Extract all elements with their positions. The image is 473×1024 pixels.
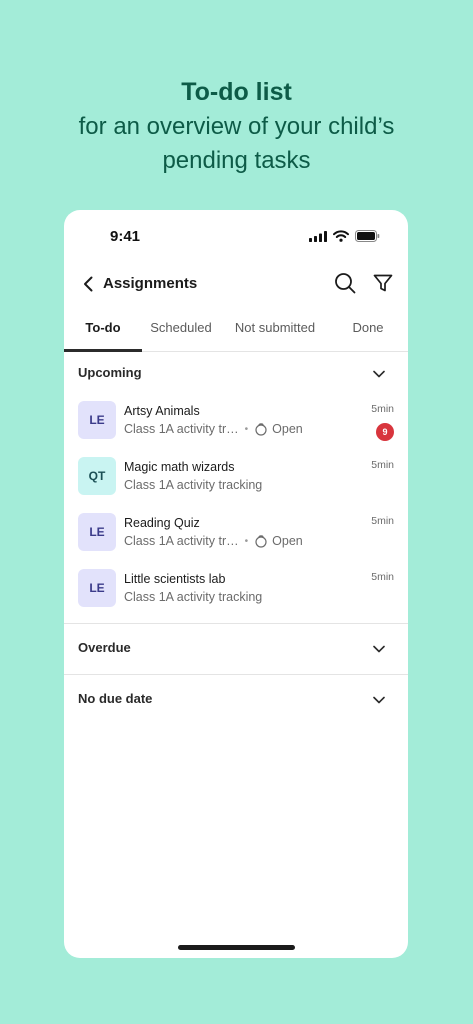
page-title: Assignments [103,275,198,292]
item-subtitle-row: Class 1A activity tracking [124,590,262,604]
section-upcoming[interactable]: Upcoming [64,349,408,399]
item-title: Magic math wizards [124,460,235,474]
chevron-down-icon [373,370,385,378]
item-title: Little scientists lab [124,572,226,586]
tab-bar: To-do Scheduled Not submitted Done [64,310,408,352]
home-indicator[interactable] [178,945,295,950]
list-item-reading-quiz[interactable]: LE Reading Quiz Class 1A activity tr… • … [64,513,408,569]
avatar: QT [78,457,116,495]
item-subtitle-row: Class 1A activity tracking [124,478,262,492]
wifi-icon [333,230,349,242]
item-title: Artsy Animals [124,404,200,418]
item-time: 5min [371,403,394,415]
open-status-icon [255,535,267,548]
item-subtitle-row: Class 1A activity tr… • Open [124,534,303,548]
back-button[interactable] [76,272,100,296]
item-subtitle: Class 1A activity tracking [124,478,263,492]
tab-to-do[interactable]: To-do [64,310,142,352]
section-title: Upcoming [78,365,142,380]
list-item-little-scientists-lab[interactable]: LE Little scientists lab Class 1A activi… [64,569,408,625]
back-icon [84,276,93,292]
app-header: Assignments [64,268,408,302]
tab-done[interactable]: Done [338,310,398,352]
promo-headline: To-do list for an overview of your child… [0,76,473,178]
item-status: Open [272,422,303,436]
item-title: Reading Quiz [124,516,200,530]
list-item-magic-math-wizards[interactable]: QT Magic math wizards Class 1A activity … [64,457,408,513]
item-time: 5min [371,571,394,583]
section-no-due-date[interactable]: No due date [64,675,408,725]
section-title: No due date [78,691,153,706]
status-time: 9:41 [110,228,141,245]
promo-subtitle-line-2: pending tasks [162,147,311,174]
promo-subtitle-line-1: for an overview of your child’s [78,113,395,140]
status-bar: 9:41 [64,210,408,262]
separator-dot: • [244,423,249,435]
search-icon [335,273,356,294]
section-title: Overdue [78,640,131,655]
filter-button[interactable] [371,271,395,295]
open-status-icon [255,423,267,436]
signal-icon [309,230,327,242]
item-subtitle: Class 1A activity tr… [124,422,239,436]
tab-not-submitted[interactable]: Not submitted [224,310,326,352]
phone-screen: 9:41 Assignments To-do Scheduled Not sub… [64,210,408,958]
status-icons [309,230,380,242]
item-subtitle: Class 1A activity tr… [124,534,239,548]
list-item-artsy-animals[interactable]: LE Artsy Animals Class 1A activity tr… •… [64,401,408,457]
tab-scheduled[interactable]: Scheduled [142,310,220,352]
avatar: LE [78,401,116,439]
battery-icon [355,230,380,242]
item-subtitle-row: Class 1A activity tr… • Open [124,422,303,436]
item-time: 5min [371,459,394,471]
separator-dot: • [244,535,249,547]
section-overdue[interactable]: Overdue [64,624,408,674]
avatar: LE [78,569,116,607]
promo-title: To-do list [181,78,292,106]
item-subtitle: Class 1A activity tracking [124,590,263,604]
item-time: 5min [371,515,394,527]
avatar: LE [78,513,116,551]
notification-badge: 9 [376,423,394,441]
search-button[interactable] [333,271,357,295]
item-status: Open [272,534,303,548]
chevron-down-icon [373,645,385,653]
filter-icon [373,274,393,292]
chevron-down-icon [373,696,385,704]
